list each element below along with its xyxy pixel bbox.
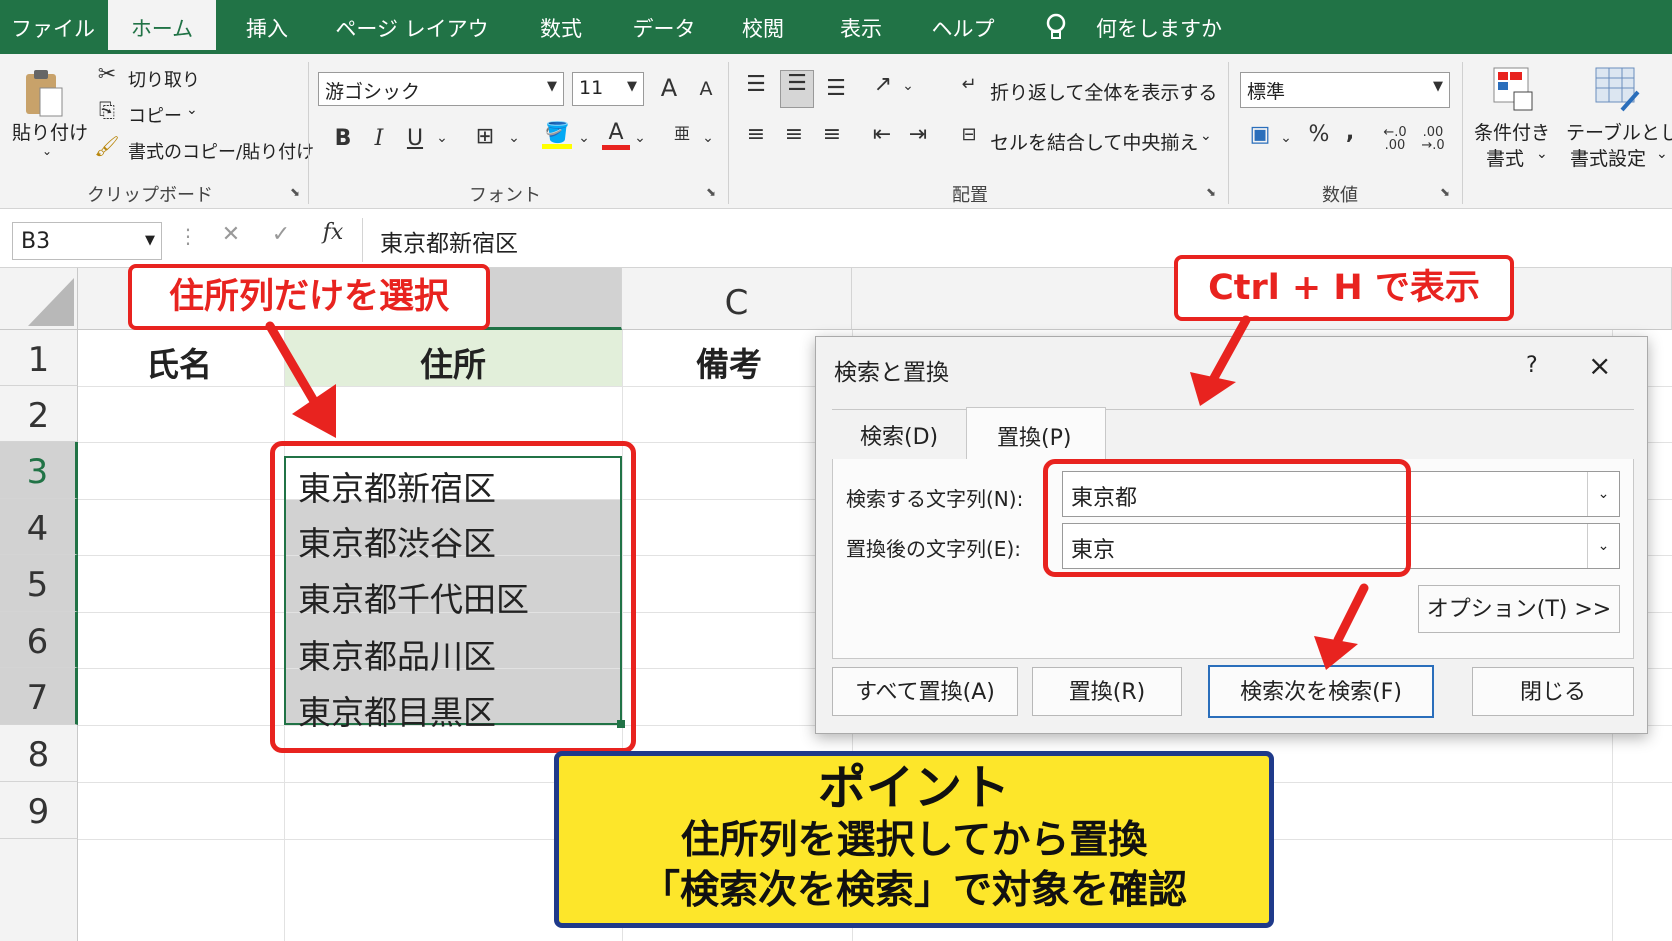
arrow-to-selection: [265, 321, 323, 413]
arrow-to-find-next: [1333, 583, 1369, 645]
arrow-head: [1314, 636, 1358, 670]
point-line-2: 「検索次を検索」で対象を確認: [640, 868, 1187, 913]
arrow-head: [292, 384, 336, 438]
arrow-to-dialog: [1209, 315, 1251, 383]
point-title: ポイント: [817, 760, 1010, 816]
arrow-head: [1190, 372, 1236, 406]
point-note-box: ポイント 住所列を選択してから置換 「検索次を検索」で対象を確認: [554, 751, 1274, 928]
point-line-1: 住所列を選択してから置換: [680, 818, 1148, 863]
